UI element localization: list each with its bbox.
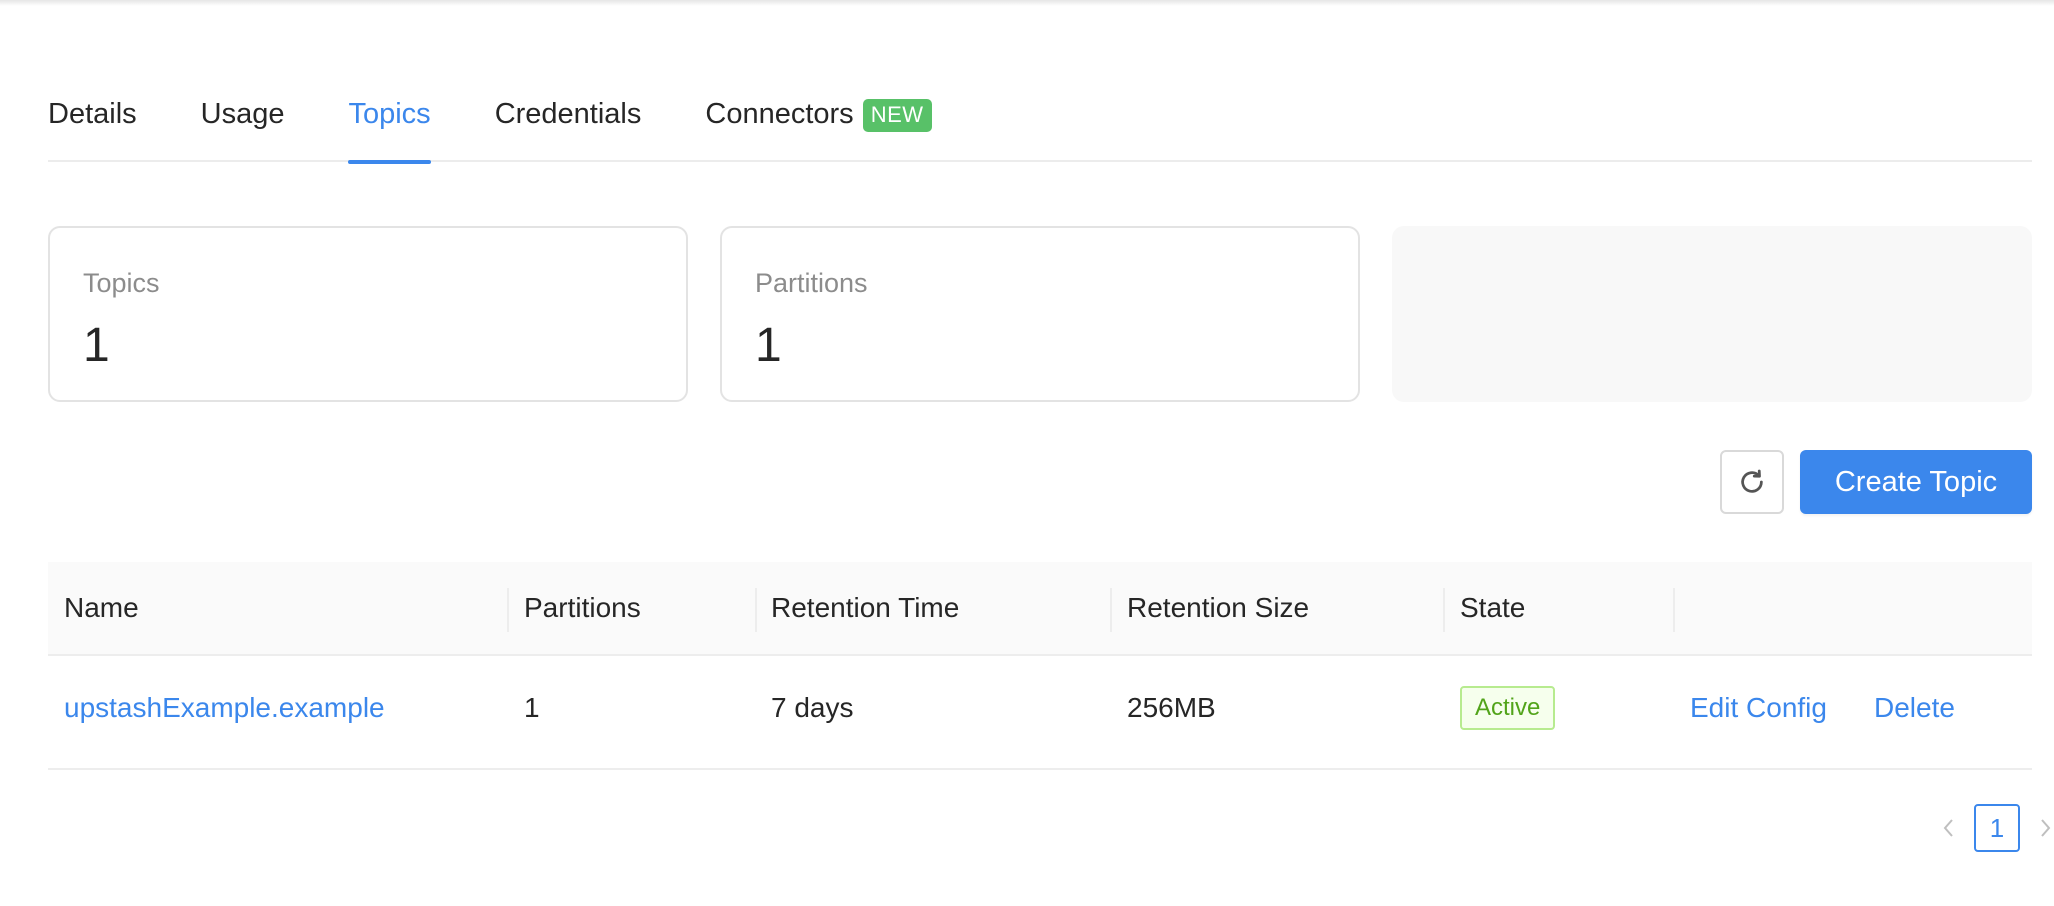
- stat-value: 1: [83, 319, 110, 372]
- tab-label: Topics: [348, 98, 431, 130]
- chevron-left-icon: [1943, 819, 1953, 837]
- top-bar-shadow: [0, 0, 2054, 6]
- refresh-icon: [1741, 469, 1763, 493]
- refresh-button[interactable]: [1720, 450, 1784, 514]
- prev-page-button[interactable]: [1934, 804, 1964, 852]
- page-number[interactable]: 1: [1974, 804, 2020, 852]
- column-header-retention-time: Retention Time: [771, 592, 960, 623]
- topic-name-link[interactable]: upstashExample.example: [48, 692, 385, 724]
- stat-label: Partitions: [755, 268, 868, 298]
- partitions-stat-card: Partitions 1: [720, 226, 1360, 402]
- delete-link[interactable]: Delete: [1858, 692, 1955, 724]
- column-header-retention-size: Retention Size: [1127, 592, 1310, 623]
- cell-retention-size: 256MB: [1127, 692, 1216, 723]
- tab-details[interactable]: Details: [48, 96, 137, 162]
- new-badge: NEW: [862, 99, 932, 132]
- tab-connectors[interactable]: Connectors NEW: [705, 96, 932, 162]
- create-topic-button[interactable]: Create Topic: [1800, 450, 2032, 514]
- table-header: Name Partitions Retention Time Retention…: [48, 562, 2032, 656]
- empty-card-placeholder: [1392, 226, 2032, 402]
- column-header-state: State: [1460, 592, 1526, 623]
- cell-retention-time: 7 days: [771, 692, 854, 723]
- table-row: upstashExample.example 1 7 days 256MB Ac…: [48, 656, 2032, 770]
- tab-credentials[interactable]: Credentials: [495, 96, 642, 162]
- tab-label: Connectors: [705, 98, 854, 130]
- column-divider: [1673, 588, 1675, 632]
- tab-label: Details: [48, 98, 137, 130]
- stat-value: 1: [755, 319, 782, 372]
- next-page-button[interactable]: [2030, 804, 2054, 852]
- tab-usage[interactable]: Usage: [201, 96, 285, 162]
- stats-cards: Topics 1 Partitions 1: [48, 226, 2032, 402]
- tab-label: Usage: [200, 98, 285, 130]
- topics-stat-card: Topics 1: [48, 226, 688, 402]
- column-header-partitions: Partitions: [524, 592, 641, 623]
- column-header-name: Name: [64, 592, 139, 623]
- edit-config-link[interactable]: Edit Config: [1674, 692, 1827, 724]
- chevron-right-icon: [2041, 819, 2051, 837]
- status-badge: Active: [1460, 686, 1556, 730]
- topics-table: Name Partitions Retention Time Retention…: [48, 562, 2032, 770]
- tab-label: Credentials: [494, 98, 642, 130]
- tab-topics[interactable]: Topics: [348, 96, 431, 164]
- pagination: 1: [1934, 804, 2054, 852]
- stat-label: Topics: [83, 268, 160, 298]
- cluster-tabs: Details Usage Topics Credentials Connect…: [48, 96, 2032, 164]
- cell-partitions: 1: [524, 692, 540, 723]
